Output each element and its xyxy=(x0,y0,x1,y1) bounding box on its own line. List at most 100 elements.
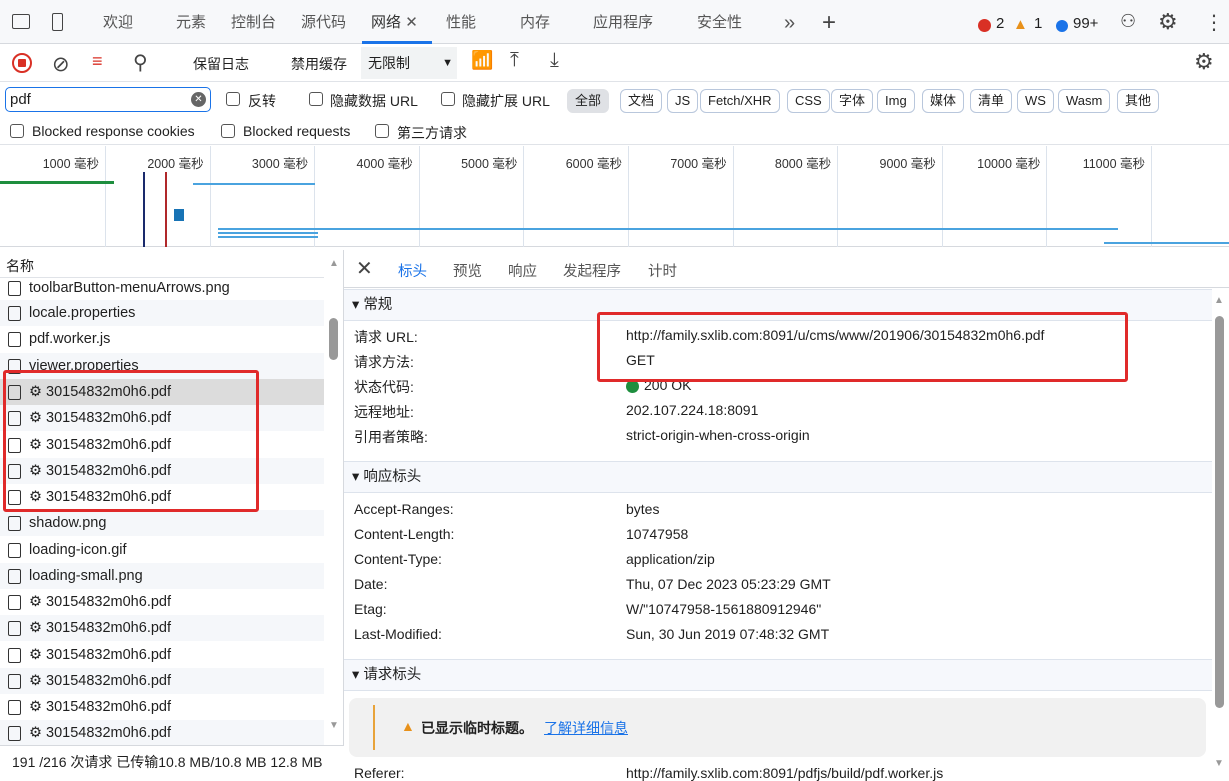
type-filter-media[interactable]: 媒体 xyxy=(922,89,965,113)
tab-elements[interactable]: 元素 xyxy=(176,0,206,44)
tab-performance[interactable]: 性能 xyxy=(446,0,476,44)
request-row[interactable]: loading-small.png xyxy=(0,563,324,589)
section-response-headers[interactable]: ▾ 响应标头 xyxy=(344,461,1212,493)
error-count[interactable]: 2 xyxy=(996,15,1004,32)
annotation-box-url xyxy=(597,312,1128,382)
request-row[interactable]: locale.properties xyxy=(0,300,324,326)
type-filter-all[interactable]: 全部 xyxy=(567,89,610,113)
section-request-headers[interactable]: ▾ 请求标头 xyxy=(344,659,1212,691)
request-row[interactable]: ⚙ 30154832m0h6.pdf xyxy=(0,615,324,641)
request-row[interactable]: ⚙ 30154832m0h6.pdf xyxy=(0,589,324,615)
network-conditions-icon[interactable]: 📶 xyxy=(471,50,493,71)
network-settings-icon[interactable]: ⚙ xyxy=(1194,49,1214,75)
blocked-requests-label: Blocked requests xyxy=(243,123,351,139)
clear-filter-icon[interactable]: ✕ xyxy=(191,92,206,107)
name-column-header[interactable]: 名称 xyxy=(6,256,34,276)
filter-input-value: pdf xyxy=(10,91,31,108)
record-stop-icon[interactable] xyxy=(12,53,32,73)
type-filter-ws[interactable]: WS xyxy=(1017,89,1054,113)
device-toolbar-icon[interactable] xyxy=(52,13,63,31)
upload-icon[interactable]: ⤒ xyxy=(510,49,519,72)
type-filter-other[interactable]: 其他 xyxy=(1117,89,1160,113)
more-options-icon[interactable]: ⋮ xyxy=(1204,10,1224,35)
settings-icon[interactable]: ⚙ xyxy=(1158,9,1178,35)
filter-icon[interactable]: ≡ xyxy=(92,51,103,72)
timeline-bar xyxy=(193,183,315,185)
request-details: ✕ 标头 预览 响应 发起程序 计时 ▾ 常规 请求 URL: http://fa… xyxy=(344,250,1229,781)
tab-timing[interactable]: 计时 xyxy=(648,260,677,281)
preserve-log-label: 保留日志 xyxy=(193,56,249,72)
network-overview-timeline[interactable]: 1000 毫秒 2000 毫秒 3000 毫秒 4000 毫秒 5000 毫秒 6000 … xyxy=(0,146,1229,247)
request-row[interactable]: pdf.worker.js xyxy=(0,326,324,352)
tab-sources[interactable]: 源代码 xyxy=(301,0,346,44)
close-details-icon[interactable]: ✕ xyxy=(356,256,373,281)
request-name: toolbarButton-menuArrows.png xyxy=(29,280,230,296)
blocked-requests-checkbox[interactable] xyxy=(221,124,235,138)
request-row[interactable]: ⚙ 30154832m0h6.pdf xyxy=(0,642,324,668)
tab-network[interactable]: 网络 ✕ xyxy=(362,0,432,44)
header-value: strict-origin-when-cross-origin xyxy=(626,427,810,443)
network-toolbar: ⊘ ≡ ⚲ 保留日志 禁用缓存 无限制 ▼ 📶 ⤒ ⤓ ⚙ xyxy=(0,44,1229,114)
hide-ext-url-checkbox[interactable] xyxy=(441,92,455,106)
more-tabs-icon[interactable]: » xyxy=(784,0,795,44)
filter-input[interactable]: pdf ✕ xyxy=(5,87,211,112)
third-party-checkbox[interactable] xyxy=(375,124,389,138)
request-name: shadow.png xyxy=(29,515,107,531)
script-icon xyxy=(8,332,21,347)
invert-checkbox[interactable] xyxy=(226,92,240,106)
request-row[interactable]: shadow.png xyxy=(0,510,324,536)
document-icon xyxy=(8,621,21,636)
feedback-icon[interactable]: ⚇ xyxy=(1120,11,1136,32)
tab-initiator[interactable]: 发起程序 xyxy=(563,260,621,281)
warning-count[interactable]: 1 xyxy=(1034,15,1042,32)
timeline-bar xyxy=(174,209,184,221)
scroll-up-icon[interactable]: ▲ xyxy=(1214,295,1224,306)
tab-console[interactable]: 控制台 xyxy=(231,0,276,44)
type-filter-font[interactable]: 字体 xyxy=(831,89,874,113)
timeline-tick-label: 2000 毫秒 xyxy=(147,157,204,171)
image-file-icon xyxy=(8,281,21,296)
hide-data-url-checkbox[interactable] xyxy=(309,92,323,106)
learn-more-link[interactable]: 了解详细信息 xyxy=(544,718,628,738)
scrollbar-thumb[interactable] xyxy=(329,318,338,360)
tab-memory[interactable]: 内存 xyxy=(520,0,550,44)
type-filter-js[interactable]: JS xyxy=(667,89,699,113)
request-row[interactable]: ⚙ 30154832m0h6.pdf xyxy=(0,694,324,720)
timeline-tick-label: 1000 毫秒 xyxy=(42,157,99,171)
type-filter-img[interactable]: Img xyxy=(877,89,915,113)
tab-preview[interactable]: 预览 xyxy=(453,260,482,281)
scroll-down-icon[interactable]: ▼ xyxy=(329,720,339,731)
type-filter-doc[interactable]: 文档 xyxy=(620,89,663,113)
tab-headers[interactable]: 标头 xyxy=(386,260,439,292)
section-general-title: 常规 xyxy=(363,297,393,313)
tab-welcome[interactable]: 欢迎 xyxy=(103,0,133,44)
request-row[interactable]: ⚙ 30154832m0h6.pdf xyxy=(0,720,324,746)
request-row[interactable]: loading-icon.gif xyxy=(0,537,324,563)
search-icon[interactable]: ⚲ xyxy=(133,50,148,75)
download-icon[interactable]: ⤓ xyxy=(550,49,559,72)
message-count[interactable]: 99+ xyxy=(1073,15,1098,32)
inspect-element-icon[interactable] xyxy=(12,14,30,29)
close-icon[interactable]: ✕ xyxy=(405,14,418,31)
type-filter-wasm[interactable]: Wasm xyxy=(1058,89,1111,113)
tab-response[interactable]: 响应 xyxy=(508,260,537,281)
warning-icon: ▲ xyxy=(1013,16,1028,33)
type-filter-manifest[interactable]: 清单 xyxy=(970,89,1013,113)
add-tab-icon[interactable]: + xyxy=(822,0,836,44)
tab-application[interactable]: 应用程序 xyxy=(593,0,653,44)
section-request-title: 请求标头 xyxy=(363,667,422,683)
request-row[interactable]: toolbarButton-menuArrows.png xyxy=(0,275,324,301)
image-file-icon xyxy=(8,569,21,584)
scrollbar-thumb[interactable] xyxy=(1215,316,1224,708)
blocked-cookies-checkbox[interactable] xyxy=(10,124,24,138)
header-key: 请求 URL: xyxy=(354,329,418,345)
scroll-down-icon[interactable]: ▼ xyxy=(1214,758,1224,769)
clear-icon[interactable]: ⊘ xyxy=(52,52,70,77)
type-filter-css[interactable]: CSS xyxy=(787,89,830,113)
throttle-select[interactable]: 无限制 ▼ xyxy=(361,47,457,79)
scroll-up-icon[interactable]: ▲ xyxy=(329,258,339,269)
tab-security[interactable]: 安全性 xyxy=(697,0,742,44)
type-filter-fetch[interactable]: Fetch/XHR xyxy=(700,89,780,113)
request-row[interactable]: ⚙ 30154832m0h6.pdf xyxy=(0,668,324,694)
error-icon xyxy=(978,19,991,32)
